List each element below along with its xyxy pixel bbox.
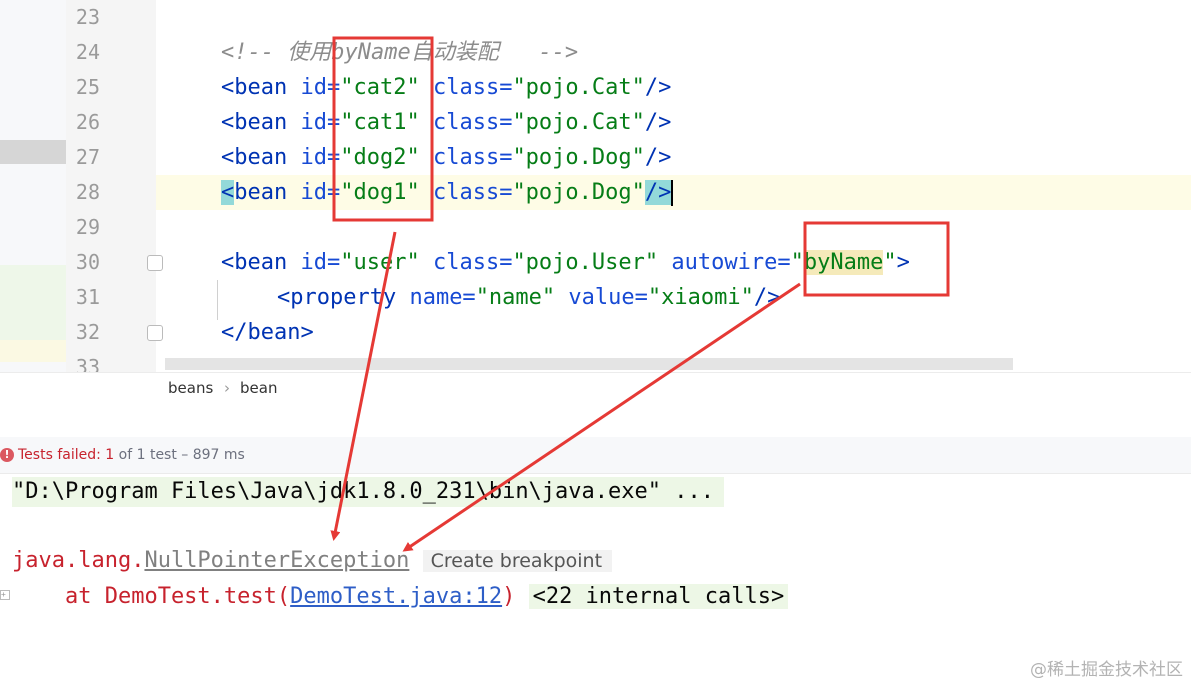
- indent-guide: [217, 280, 218, 320]
- breadcrumb-item-beans[interactable]: beans: [168, 379, 213, 397]
- line-number: 24: [75, 40, 100, 64]
- code-line: 27 <bean id="dog2" class="pojo.Dog"/>: [0, 140, 1191, 175]
- line-number: 28: [75, 180, 100, 204]
- stack-trace-line: at DemoTest.test(DemoTest.java:12) <22 i…: [12, 582, 789, 612]
- line-number: 33: [75, 355, 100, 372]
- code-line: 23: [0, 0, 1191, 35]
- text-cursor: [671, 180, 674, 206]
- bean-element[interactable]: <bean id="cat1" class="pojo.Cat"/>: [221, 105, 671, 140]
- error-icon: !: [0, 448, 14, 462]
- user-bean-element[interactable]: <bean id="user" class="pojo.User" autowi…: [221, 245, 910, 280]
- line-number: 23: [75, 5, 100, 29]
- property-element[interactable]: <property name="name" value="xiaomi"/>: [277, 280, 780, 315]
- line-number: 32: [75, 320, 100, 344]
- console-command-line: "D:\Program Files\Java\jdk1.8.0_231\bin\…: [12, 477, 724, 507]
- breadcrumb-item-bean[interactable]: bean: [240, 379, 277, 397]
- bean-element-current[interactable]: <bean id="dog1" class="pojo.Dog"/>: [221, 175, 674, 210]
- line-number: 31: [75, 285, 100, 309]
- code-line: 29: [0, 210, 1191, 245]
- code-line: 24 <!-- 使用byName自动装配 -->: [0, 35, 1191, 70]
- chevron-right-icon: ›: [224, 379, 230, 397]
- line-number: 29: [75, 215, 100, 239]
- line-number: 26: [75, 110, 100, 134]
- code-line: 26 <bean id="cat1" class="pojo.Cat"/>: [0, 105, 1191, 140]
- bean-element[interactable]: <bean id="dog2" class="pojo.Dog"/>: [221, 140, 671, 175]
- bean-element[interactable]: <bean id="cat2" class="pojo.Cat"/>: [221, 70, 671, 105]
- test-status: Tests failed: 1 of 1 test – 897 ms: [18, 447, 245, 463]
- internal-calls-toggle[interactable]: <22 internal calls>: [528, 584, 789, 609]
- xml-comment: <!-- 使用byName自动装配 -->: [221, 40, 579, 65]
- watermark: @稀土掘金技术社区: [1030, 660, 1183, 680]
- code-line: 32 </bean>: [0, 315, 1191, 350]
- expand-icon[interactable]: +: [0, 590, 10, 600]
- breadcrumb: beans › bean: [0, 372, 1191, 403]
- autowire-value: byName: [803, 250, 884, 275]
- fold-toggle-icon[interactable]: [147, 255, 163, 271]
- line-number: 27: [75, 145, 100, 169]
- code-editor[interactable]: 23 24 <!-- 使用byName自动装配 --> 25 <bean id=…: [0, 0, 1191, 372]
- code-line: 30 <bean id="user" class="pojo.User" aut…: [0, 245, 1191, 280]
- line-number: 25: [75, 75, 100, 99]
- fold-toggle-icon[interactable]: [147, 325, 163, 341]
- exception-line: java.lang.NullPointerException Create br…: [12, 546, 613, 576]
- code-line: 25 <bean id="cat2" class="pojo.Cat"/>: [0, 70, 1191, 105]
- source-location-link[interactable]: DemoTest.java:12: [290, 584, 502, 609]
- horizontal-scrollbar[interactable]: [165, 358, 1013, 370]
- create-breakpoint-button[interactable]: Create breakpoint: [422, 550, 613, 572]
- exception-class-link[interactable]: NullPointerException: [144, 548, 409, 573]
- code-line: 28 <bean id="dog1" class="pojo.Dog"/>: [0, 175, 1191, 210]
- bean-close-tag[interactable]: </bean>: [221, 315, 314, 350]
- line-number: 30: [75, 250, 100, 274]
- test-results-bar: ! Tests failed: 1 of 1 test – 897 ms: [0, 437, 1191, 474]
- code-line: 31 <property name="name" value="xiaomi"/…: [0, 280, 1191, 315]
